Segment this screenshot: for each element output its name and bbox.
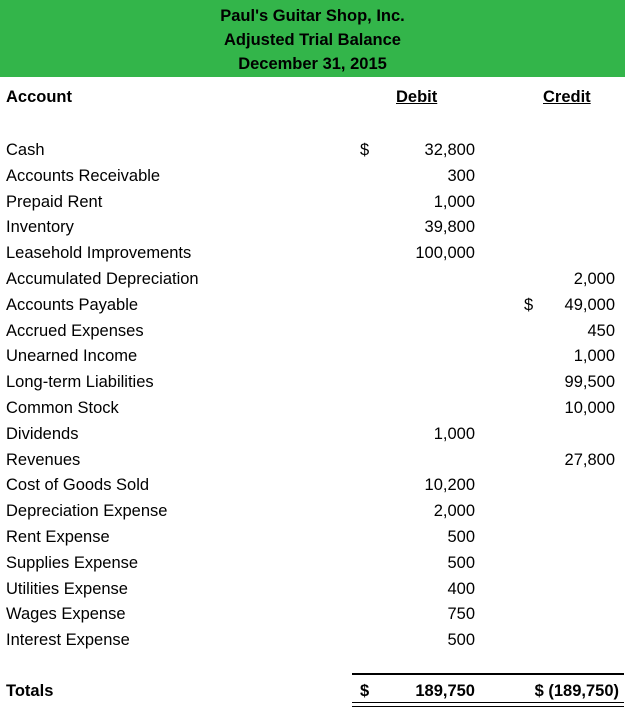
credit-amount: 49,000 [564, 295, 615, 314]
credit-amount: 1,000 [573, 347, 615, 366]
credit-amount: 450 [587, 321, 615, 340]
account-name: Accrued Expenses [6, 321, 144, 340]
totals-row: Totals $ 189,750 $ (189,750) [0, 680, 625, 704]
table-row: Dividends 1,000 [0, 423, 625, 449]
account-name: Inventory [6, 218, 74, 237]
account-name: Leasehold Improvements [6, 244, 192, 263]
debit-currency-symbol: $ [360, 141, 370, 159]
debit-amount: 500 [447, 553, 475, 572]
account-name: Dividends [6, 424, 79, 443]
account-name: Common Stock [6, 399, 119, 417]
totals-label: Totals [6, 682, 54, 700]
account-name: Prepaid Rent [6, 192, 103, 211]
table-row: Accumulated Depreciation 2,000 [0, 268, 625, 294]
table-row: Rent Expense 500 [0, 526, 625, 552]
account-name: Accounts Payable [6, 295, 139, 314]
credit-column-header: Credit [543, 88, 591, 106]
table-row: Revenues 27,800 [0, 449, 625, 475]
table-row: Long-term Liabilities 99,500 [0, 371, 625, 397]
table-row: Cash $32,800 [0, 139, 625, 165]
debit-amount: 500 [447, 631, 475, 650]
account-column-header: Account [6, 88, 72, 106]
debit-amount: 100,000 [415, 244, 475, 263]
account-name: Interest Expense [6, 631, 130, 650]
report-date: December 31, 2015 [238, 55, 387, 73]
account-name: Revenues [6, 450, 81, 469]
account-name: Utilities Expense [6, 579, 128, 598]
debit-amount: 39,800 [424, 218, 475, 237]
table-row: Wages Expense 750 [0, 603, 625, 629]
account-name: Accounts Receivable [6, 166, 161, 185]
report-title: Adjusted Trial Balance [224, 31, 401, 49]
table-row: Accounts Receivable 300 [0, 165, 625, 191]
debit-amount: 32,800 [424, 141, 475, 159]
table-row: Inventory 39,800 [0, 216, 625, 242]
credit-amount: 2,000 [573, 270, 615, 288]
account-name: Depreciation Expense [6, 502, 168, 521]
account-name: Accumulated Depreciation [6, 270, 199, 288]
table-row: Accounts Payable $49,000 [0, 294, 625, 320]
credit-amount: 27,800 [564, 450, 615, 469]
account-name: Cost of Goods Sold [6, 476, 150, 495]
credit-amount: 10,000 [564, 399, 615, 417]
debit-column-header: Debit [396, 88, 438, 106]
account-name: Unearned Income [6, 347, 138, 366]
credit-amount: 99,500 [564, 373, 615, 392]
debit-amount: 1,000 [433, 192, 475, 211]
table-row: Depreciation Expense 2,000 [0, 500, 625, 526]
totals-debit: 189,750 [415, 682, 475, 700]
title-banner: Paul's Guitar Shop, Inc. Adjusted Trial … [0, 0, 625, 77]
table-row: Prepaid Rent 1,000 [0, 191, 625, 217]
table-row: Utilities Expense 400 [0, 578, 625, 604]
totals-top-rule [352, 673, 624, 675]
table-row: Interest Expense 500 [0, 629, 625, 655]
table-row: Leasehold Improvements 100,000 [0, 242, 625, 268]
table-row: Accrued Expenses 450 [0, 320, 625, 346]
table-row: Supplies Expense 500 [0, 552, 625, 578]
totals-double-rule-2 [352, 706, 624, 707]
totals-double-rule-1 [352, 702, 624, 703]
debit-amount: 500 [447, 528, 475, 546]
debit-amount: 750 [447, 605, 475, 624]
debit-amount: 1,000 [433, 424, 475, 443]
totals-credit: $ (189,750) [534, 682, 619, 700]
account-name: Long-term Liabilities [6, 373, 154, 392]
table-row: Common Stock 10,000 [0, 397, 625, 423]
debit-amount: 2,000 [433, 502, 475, 521]
table-row: Unearned Income 1,000 [0, 345, 625, 371]
account-name: Supplies Expense [6, 553, 139, 572]
company-name: Paul's Guitar Shop, Inc. [220, 7, 405, 25]
debit-amount: 300 [447, 166, 475, 185]
table-row: Cost of Goods Sold 10,200 [0, 474, 625, 500]
account-name: Wages Expense [6, 605, 126, 624]
credit-currency-symbol: $ [524, 295, 534, 314]
account-name: Cash [6, 141, 45, 159]
debit-amount: 10,200 [424, 476, 475, 495]
debit-amount: 400 [447, 579, 475, 598]
account-name: Rent Expense [6, 528, 110, 546]
totals-debit-symbol: $ [360, 682, 370, 700]
